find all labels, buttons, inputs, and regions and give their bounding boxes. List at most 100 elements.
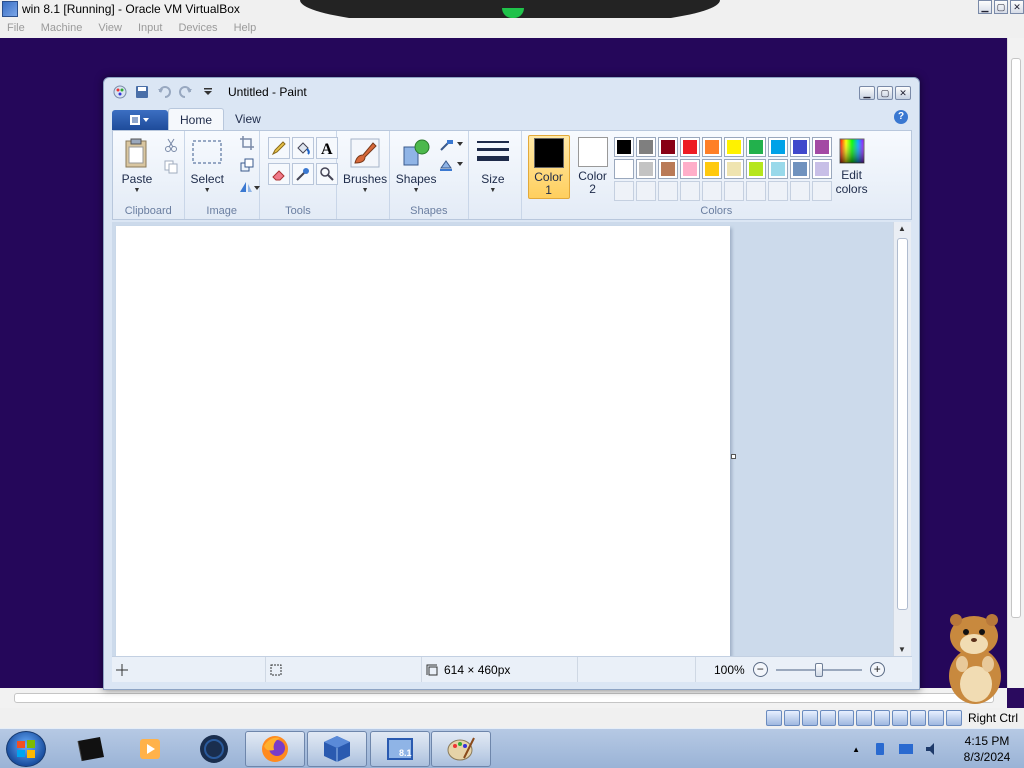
text-icon[interactable]: A bbox=[315, 137, 338, 159]
phone-link-icon[interactable] bbox=[872, 741, 888, 757]
palette-swatch[interactable] bbox=[789, 159, 810, 179]
tab-home[interactable]: Home bbox=[168, 108, 225, 130]
custom-color-slot[interactable] bbox=[657, 181, 678, 201]
taskbar-clock[interactable]: 4:15 PM 8/3/2024 bbox=[950, 733, 1024, 765]
start-button[interactable] bbox=[6, 731, 46, 767]
mouse-integration-icon[interactable] bbox=[927, 710, 944, 726]
color1-button[interactable]: Color 1 bbox=[527, 135, 570, 199]
palette-swatch[interactable] bbox=[657, 159, 678, 179]
vbox-hscroll-thumb[interactable] bbox=[14, 693, 994, 703]
brushes-button[interactable]: Brushes ▼ bbox=[343, 137, 387, 194]
palette-swatch[interactable] bbox=[613, 159, 634, 179]
audio-icon[interactable] bbox=[801, 710, 818, 726]
taskbar-firefox[interactable] bbox=[245, 731, 305, 767]
hard-disk-icon[interactable] bbox=[765, 710, 782, 726]
zoom-out-button[interactable]: − bbox=[752, 662, 768, 677]
custom-color-slot[interactable] bbox=[635, 181, 656, 201]
palette-swatch[interactable] bbox=[723, 137, 744, 157]
eraser-icon[interactable] bbox=[267, 163, 290, 185]
palette-swatch[interactable] bbox=[745, 137, 766, 157]
display-icon[interactable] bbox=[873, 710, 890, 726]
taskbar-globe-app[interactable] bbox=[184, 731, 244, 767]
taskbar-win81-vm[interactable]: 8.1 bbox=[370, 731, 430, 767]
resize-icon[interactable] bbox=[237, 155, 257, 175]
recording-icon[interactable] bbox=[891, 710, 908, 726]
scroll-up-arrow-icon[interactable]: ▲ bbox=[898, 224, 906, 233]
paint-maximize-button[interactable]: ▢ bbox=[877, 86, 893, 100]
cut-icon[interactable] bbox=[161, 135, 181, 155]
palette-swatch[interactable] bbox=[723, 159, 744, 179]
save-icon[interactable] bbox=[134, 84, 150, 100]
palette-swatch[interactable] bbox=[635, 137, 656, 157]
custom-color-slot[interactable] bbox=[789, 181, 810, 201]
palette-swatch[interactable] bbox=[767, 137, 788, 157]
canvas-resize-handle[interactable] bbox=[731, 454, 736, 459]
file-menu-button[interactable] bbox=[112, 110, 168, 130]
paint-close-button[interactable]: ✕ bbox=[895, 86, 911, 100]
menu-input[interactable]: Input bbox=[138, 22, 162, 34]
crop-icon[interactable] bbox=[237, 133, 257, 153]
keyboard-capture-icon[interactable] bbox=[945, 710, 962, 726]
custom-color-slot[interactable] bbox=[701, 181, 722, 201]
vbox-close-button[interactable]: ✕ bbox=[1010, 0, 1024, 14]
zoom-in-button[interactable]: + bbox=[869, 662, 885, 677]
palette-swatch[interactable] bbox=[679, 137, 700, 157]
vbox-vertical-scrollbar[interactable] bbox=[1007, 38, 1024, 688]
paste-button[interactable]: Paste ▼ bbox=[121, 137, 153, 194]
custom-color-slot[interactable] bbox=[613, 181, 634, 201]
custom-color-slot[interactable] bbox=[767, 181, 788, 201]
vbox-minimize-button[interactable]: ▁ bbox=[978, 0, 992, 14]
palette-swatch[interactable] bbox=[635, 159, 656, 179]
vbox-maximize-button[interactable]: ▢ bbox=[994, 0, 1008, 14]
menu-file[interactable]: File bbox=[7, 22, 25, 34]
undo-icon[interactable] bbox=[156, 84, 172, 100]
palette-swatch[interactable] bbox=[701, 137, 722, 157]
custom-color-slot[interactable] bbox=[811, 181, 832, 201]
scroll-down-arrow-icon[interactable]: ▼ bbox=[898, 645, 906, 654]
palette-swatch[interactable] bbox=[811, 137, 832, 157]
paint-app-icon[interactable] bbox=[112, 84, 128, 100]
tab-view[interactable]: View bbox=[224, 108, 272, 130]
palette-swatch[interactable] bbox=[767, 159, 788, 179]
palette-swatch[interactable] bbox=[657, 137, 678, 157]
vbox-vscroll-thumb[interactable] bbox=[1011, 58, 1021, 618]
paint-vertical-scrollbar[interactable]: ▲ ▼ bbox=[893, 222, 911, 656]
copy-icon[interactable] bbox=[161, 157, 181, 177]
usb-icon[interactable] bbox=[837, 710, 854, 726]
paint-vscroll-thumb[interactable] bbox=[897, 238, 908, 610]
menu-view[interactable]: View bbox=[98, 22, 122, 34]
paint-minimize-button[interactable]: ▁ bbox=[859, 86, 875, 100]
show-hidden-icons-icon[interactable]: ▲ bbox=[852, 745, 860, 754]
taskbar-virtualbox[interactable] bbox=[307, 731, 367, 767]
pencil-icon[interactable] bbox=[267, 137, 290, 159]
color2-button[interactable]: Color 2 bbox=[572, 135, 614, 199]
palette-swatch[interactable] bbox=[613, 137, 634, 157]
vbox-horizontal-scrollbar[interactable] bbox=[0, 688, 1007, 708]
color-picker-icon[interactable] bbox=[291, 163, 314, 185]
outline-icon[interactable] bbox=[438, 135, 466, 155]
cpu-icon[interactable] bbox=[909, 710, 926, 726]
palette-swatch[interactable] bbox=[745, 159, 766, 179]
palette-swatch[interactable] bbox=[679, 159, 700, 179]
select-button[interactable]: Select ▼ bbox=[191, 137, 224, 194]
palette-swatch[interactable] bbox=[789, 137, 810, 157]
edit-colors-button[interactable]: Edit colors bbox=[836, 137, 868, 196]
custom-color-slot[interactable] bbox=[745, 181, 766, 201]
menu-machine[interactable]: Machine bbox=[41, 22, 83, 34]
shapes-button[interactable]: Shapes ▼ bbox=[396, 137, 436, 194]
zoom-slider[interactable] bbox=[775, 662, 862, 677]
action-center-icon[interactable] bbox=[898, 741, 914, 757]
menu-devices[interactable]: Devices bbox=[178, 22, 217, 34]
customize-qat-icon[interactable] bbox=[200, 84, 216, 100]
taskbar-terminal[interactable] bbox=[60, 731, 120, 767]
drawing-canvas[interactable] bbox=[116, 226, 730, 656]
zoom-slider-knob[interactable] bbox=[814, 662, 823, 677]
fill-bucket-icon[interactable] bbox=[291, 137, 314, 159]
help-icon[interactable]: ? bbox=[894, 110, 908, 124]
custom-color-slot[interactable] bbox=[723, 181, 744, 201]
volume-icon[interactable] bbox=[924, 741, 940, 757]
optical-drive-icon[interactable] bbox=[783, 710, 800, 726]
redo-icon[interactable] bbox=[178, 84, 194, 100]
magnifier-icon[interactable] bbox=[315, 163, 338, 185]
rotate-icon[interactable] bbox=[237, 177, 261, 197]
